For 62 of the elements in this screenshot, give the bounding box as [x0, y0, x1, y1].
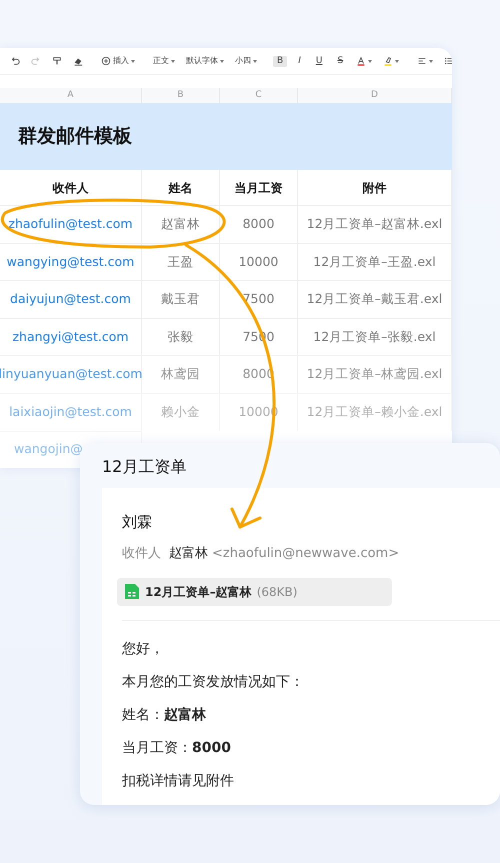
recipient-label: 收件人: [122, 545, 161, 563]
table-cell-text: 王盈: [168, 252, 194, 271]
table-cell-text: 12月工资单–林鸢园.exl: [306, 365, 442, 384]
email-link[interactable]: laixiaojin@test.com: [9, 402, 132, 422]
bold-button[interactable]: B: [273, 56, 288, 66]
size-dropdown[interactable]: 小四: [233, 56, 259, 66]
caret-icon: [131, 60, 135, 62]
spreadsheet-file-icon: [124, 583, 140, 600]
attachment-size: (68KB): [256, 584, 298, 600]
redo-icon: [31, 55, 41, 67]
body-text: 扣税详情请见附件: [122, 772, 234, 790]
caret-icon: [429, 60, 434, 62]
email-link[interactable]: wangying@test.com: [6, 252, 134, 272]
align-icon: [417, 55, 428, 67]
body-text: 姓名：赵富林: [122, 706, 206, 724]
style-dropdown[interactable]: 正文: [151, 56, 177, 66]
column-header: 姓名: [168, 180, 192, 196]
list-icon: [444, 55, 452, 67]
paint-roller-icon: [52, 55, 62, 67]
caret-icon: [395, 60, 400, 62]
strikethrough-button[interactable]: S: [333, 56, 348, 66]
plus-icon: [101, 55, 111, 67]
italic-button[interactable]: I: [294, 56, 305, 66]
email-link[interactable]: zhaofulin@test.com: [8, 214, 133, 234]
caret-icon: [368, 60, 372, 62]
column-header: 附件: [362, 180, 386, 196]
body-text: 您好，: [122, 640, 164, 658]
email-link[interactable]: linyuanyuan@test.com: [0, 365, 142, 384]
caret-icon: [253, 60, 257, 62]
table-cell-text: 12月工资单–赵富林.exl: [306, 214, 442, 233]
body-text: 当月工资：8000: [122, 738, 231, 758]
caret-icon: [220, 60, 224, 62]
email-subject: 12月工资单: [101, 456, 188, 478]
body-text: 本月您的工资发放情况如下：: [122, 672, 304, 692]
table-cell-text: 赵富林: [161, 214, 200, 233]
recipient-address: <zhaofulin@newwave.com>: [212, 545, 400, 563]
email-link[interactable]: zhangyi@test.com: [12, 328, 129, 346]
table-cell-text: 12月工资单–王盈.exl: [313, 252, 436, 271]
table-cell-text: 10000: [238, 252, 278, 271]
attachment-chip[interactable]: 12月工资单–赵富林 (68KB): [117, 578, 392, 606]
email-link[interactable]: daiyujun@test.com: [10, 290, 131, 309]
text-color-icon: [356, 55, 366, 67]
table-cell-text: 张毅: [168, 328, 194, 346]
highlighter-icon: [383, 55, 394, 67]
table-cell-text: 戴玉君: [161, 290, 200, 308]
sender-name: 刘霖: [122, 512, 152, 533]
table-cell-text: 8000: [242, 214, 274, 233]
caret-icon: [171, 60, 175, 62]
insert-button[interactable]: 插入: [99, 54, 137, 68]
attachment-name: 12月工资单–赵富林: [145, 584, 252, 600]
table-cell-text: 12月工资单–赖小金.exl: [306, 402, 442, 421]
table-cell-text: 12月工资单–戴玉君.exl: [306, 290, 442, 308]
underline-button[interactable]: U: [312, 56, 326, 66]
sheet-title: 群发邮件模板: [18, 124, 132, 150]
table-cell-text: 12月工资单–张毅.exl: [313, 328, 436, 346]
font-dropdown[interactable]: 默认字体: [184, 56, 226, 66]
column-header: 当月工资: [234, 180, 282, 196]
column-header: 收件人: [52, 180, 88, 196]
table-cell-text: 赖小金: [161, 402, 200, 421]
recipient-name: 赵富林: [169, 545, 208, 563]
table-cell-text: 林鸢园: [161, 365, 200, 384]
undo-icon: [10, 55, 20, 67]
